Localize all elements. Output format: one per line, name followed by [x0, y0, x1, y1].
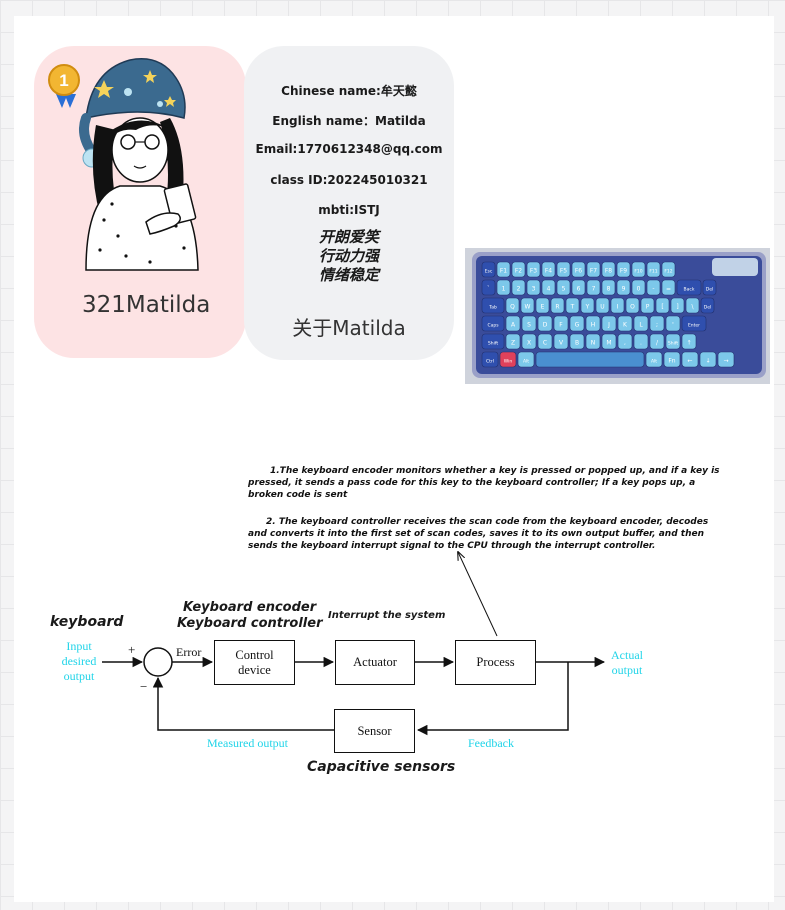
control-device-box[interactable]: Control device	[214, 640, 295, 685]
actuator-box[interactable]: Actuator	[335, 640, 415, 685]
error-label: Error	[176, 645, 202, 659]
trait-1: 开朗爱笑	[318, 228, 379, 246]
input-line-3: output	[63, 669, 95, 683]
mbti: mbti:ISTJ	[318, 203, 380, 217]
interrupt-label: Interrupt the system	[328, 610, 446, 621]
process-label: Process	[476, 655, 515, 669]
feedback-label: Feedback	[468, 736, 514, 750]
sensors-label: Capacitive sensors	[307, 759, 456, 775]
control-device-line-2: device	[238, 662, 271, 677]
trait-3: 情绪稳定	[318, 266, 379, 284]
control-device-line-1: Control	[235, 647, 274, 662]
class-id: class ID:202245010321	[270, 173, 428, 187]
controller-label: Keyboard controller	[177, 616, 323, 631]
output-line-1: Actual	[611, 648, 643, 662]
input-line-2: desired	[61, 654, 97, 668]
keyboard-label: keyboard	[50, 614, 124, 630]
note-point-1: 1.The keyboard encoder monitors whether …	[248, 466, 720, 500]
input-line-1: Input	[66, 639, 92, 653]
input-label: Input desired output	[52, 639, 106, 684]
output-line-2: output	[611, 663, 643, 677]
minus-sign: −	[140, 679, 148, 694]
email: Email:1770612348@qq.com	[255, 142, 443, 156]
encoder-label: Keyboard encoder	[183, 600, 317, 615]
measured-output-label: Measured output	[207, 736, 288, 750]
plus-sign: +	[128, 642, 136, 657]
output-label: Actual output	[604, 648, 650, 678]
note-point-2: 2. The keyboard controller receives the …	[248, 517, 709, 551]
trait-2: 行动力强	[318, 247, 379, 265]
process-box[interactable]: Process	[455, 640, 536, 685]
chinese-name: Chinese name:牟天懿	[281, 84, 417, 98]
actuator-label: Actuator	[353, 655, 397, 669]
sensor-label: Sensor	[357, 723, 392, 738]
sensor-box[interactable]: Sensor	[334, 709, 415, 753]
english-name: English name：Matilda	[272, 114, 426, 128]
about-title: 关于Matilda	[292, 316, 406, 340]
